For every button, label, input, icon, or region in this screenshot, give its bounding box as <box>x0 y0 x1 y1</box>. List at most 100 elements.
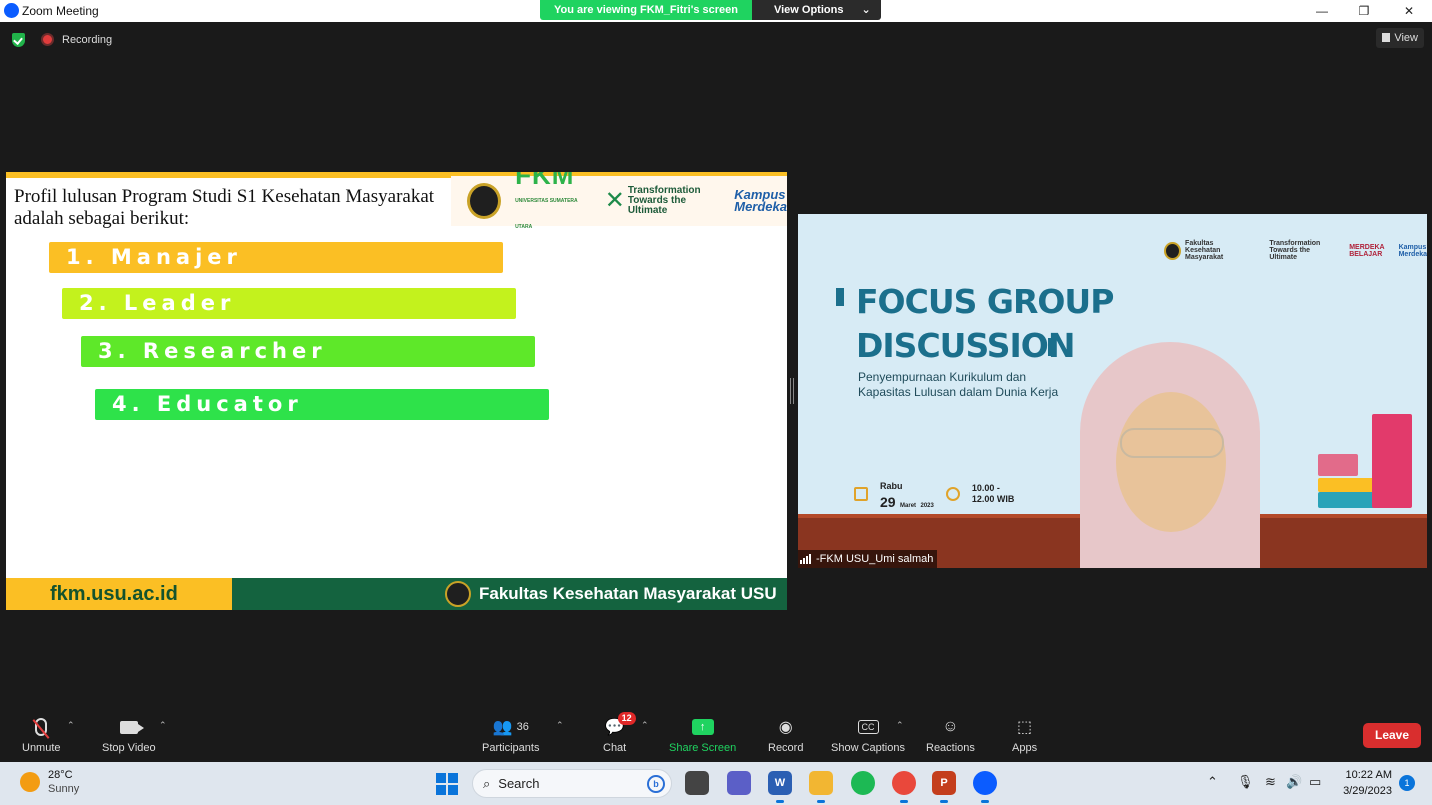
battery-icon[interactable]: ▭ <box>1309 774 1321 790</box>
record-icon: ◉ <box>778 719 793 736</box>
title-bracket-right <box>1048 338 1056 356</box>
view-options-button[interactable]: View Options ⌄ <box>751 0 881 20</box>
weather-condition: Sunny <box>48 783 80 795</box>
kampus-line2: Merdeka <box>734 199 787 214</box>
record-button[interactable]: ◉ Record <box>768 716 803 754</box>
profile-item-leader: 2. Leader <box>62 288 516 319</box>
chat-icon: 💬 12 <box>605 712 636 738</box>
audio-options-caret[interactable]: ⌃ <box>67 720 75 731</box>
signal-strength-icon <box>800 554 811 564</box>
book <box>1318 454 1358 476</box>
powerpoint-icon[interactable]: P <box>932 771 956 803</box>
meeting-status-row: Recording View <box>0 22 1432 58</box>
footer-faculty: Fakultas Kesehatan Masyarakat USU <box>445 578 777 610</box>
unmute-label: Unmute <box>22 742 61 754</box>
participants-options-caret[interactable]: ⌃ <box>556 720 564 731</box>
minimize-button[interactable]: — <box>1299 0 1345 22</box>
wifi-icon[interactable]: ≋ <box>1265 774 1276 790</box>
view-icon <box>1382 33 1391 42</box>
profile-item-label: 2. Leader <box>79 291 236 315</box>
split-view-handle[interactable] <box>790 378 794 404</box>
reactions-button[interactable]: ☺ Reactions <box>926 716 975 754</box>
close-button[interactable]: ✕ <box>1386 0 1432 22</box>
view-options-label: View Options <box>773 4 844 16</box>
kampus-merdeka-logo: Kampus Merdeka <box>734 188 787 214</box>
show-captions-button[interactable]: CC Show Captions <box>831 716 905 754</box>
participants-icon: 👥 36 <box>492 719 529 736</box>
apps-label: Apps <box>1012 742 1038 754</box>
search-icon: ⌕ <box>483 775 491 791</box>
share-screen-icon: ↑ <box>691 716 714 738</box>
profile-item-educator: 4. Educator <box>95 389 549 420</box>
windows-start-icon[interactable] <box>436 773 458 795</box>
chat-button[interactable]: 💬 12 Chat <box>603 712 636 754</box>
participant-video-tile[interactable]: Fakultas Kesehatan Masyarakat Transformat… <box>798 214 1427 568</box>
stop-video-button[interactable]: Stop Video <box>102 716 156 754</box>
leave-button[interactable]: Leave <box>1363 723 1421 748</box>
volume-icon[interactable]: 🔊 <box>1286 774 1302 790</box>
view-button[interactable]: View <box>1376 28 1424 48</box>
weather-widget[interactable]: 28°C Sunny <box>20 768 79 796</box>
bing-icon[interactable]: b <box>647 774 665 793</box>
taskbar-clock[interactable]: 10:22 AM 3/29/2023 <box>1336 767 1392 799</box>
meeting-toolbar: Unmute ⌃ Stop Video ⌃ 👥 36 Participants … <box>0 712 1432 762</box>
video-options-caret[interactable]: ⌃ <box>159 720 167 731</box>
faculty-logo-line2: Kesehatan Masyarakat <box>1185 247 1224 261</box>
show-captions-label: Show Captions <box>831 742 905 754</box>
reactions-icon: ☺ <box>942 718 959 735</box>
fgd-time: 10.00 -12.00 WIB <box>972 483 1015 505</box>
spotify-icon[interactable] <box>851 771 875 795</box>
chevron-up-icon[interactable]: ⌃ <box>1207 774 1218 790</box>
clock-time: 10:22 AM <box>1345 769 1392 781</box>
video-camera-icon <box>119 716 144 738</box>
share-screen-button[interactable]: ↑ Share Screen <box>669 716 736 754</box>
profile-item-label: 3. Researcher <box>98 339 327 363</box>
zoom-taskbar-icon[interactable] <box>973 771 997 803</box>
security-shield-icon[interactable] <box>12 33 25 47</box>
task-view-icon[interactable] <box>685 771 709 795</box>
books-illustration <box>1318 404 1418 514</box>
participants-button[interactable]: 👥 36 Participants <box>482 716 539 754</box>
share-screen-label: Share Screen <box>669 742 737 754</box>
book <box>1372 414 1412 508</box>
word-icon[interactable]: W <box>768 771 792 803</box>
chrome-icon[interactable] <box>892 771 916 803</box>
footer-url: fkm.usu.ac.id <box>6 578 232 610</box>
title-bracket-left <box>836 288 844 306</box>
unmute-button[interactable]: Unmute <box>22 716 61 754</box>
fgd-schedule: Rabu 29 Maret 2023 10.00 -12.00 WIB <box>854 476 1014 512</box>
apps-button[interactable]: ⬚ Apps <box>1012 716 1037 754</box>
file-explorer-icon[interactable] <box>809 771 833 803</box>
viewing-message: You are viewing FKM_Fitri's screen <box>540 0 752 20</box>
fgd-subtitle: Penyempurnaan Kurikulum dan Kapasitas Lu… <box>858 370 1058 400</box>
kampus-merdeka-logo-small: Kampus Merdeka <box>1399 244 1427 258</box>
kampus-small-line1: Kampus <box>1398 243 1427 251</box>
restore-button[interactable]: ❐ <box>1341 0 1387 22</box>
taskbar-search[interactable]: ⌕ Search b <box>472 769 672 798</box>
faculty-seal-logo <box>1164 241 1182 260</box>
shared-screen-slide: Profil lulusan Program Studi S1 Kesehata… <box>6 172 787 610</box>
microphone-icon[interactable]: 🎙 <box>1237 774 1254 790</box>
participants-label: Participants <box>482 742 540 754</box>
clock-icon <box>945 487 960 501</box>
apps-icon: ⬚ <box>1016 719 1033 736</box>
fgd-subtitle-line1: Penyempurnaan Kurikulum dan <box>858 370 1027 384</box>
chat-options-caret[interactable]: ⌃ <box>641 720 649 731</box>
teams-icon[interactable] <box>727 771 751 795</box>
record-label: Record <box>768 742 804 754</box>
fgd-title-line1: FOCUS GROUP <box>856 282 1114 321</box>
slide-logos: FKM UNIVERSITAS SUMATERA UTARA ✕ Transform… <box>451 172 787 230</box>
fgd-time-line2: 12.00 WIB <box>971 494 1015 504</box>
captions-options-caret[interactable]: ⌃ <box>896 720 904 731</box>
recording-icon <box>41 33 54 46</box>
video-background-logos: Fakultas Kesehatan Masyarakat Transformat… <box>1164 240 1427 261</box>
search-label: Search <box>498 776 540 791</box>
sun-icon <box>20 772 40 792</box>
notification-badge[interactable]: 1 <box>1399 775 1415 791</box>
muted-mic-icon <box>35 716 48 738</box>
merdeka-line1: MERDEKA <box>1349 243 1385 251</box>
chat-unread-badge: 12 <box>617 712 636 725</box>
fgd-title-line2: DISCUSSION <box>856 326 1075 365</box>
windows-taskbar: 28°C Sunny ⌕ Search b W P ⌃ 🎙 ≋ 🔊 ▭ 10:2… <box>0 762 1432 805</box>
participants-count: 36 <box>516 721 529 733</box>
